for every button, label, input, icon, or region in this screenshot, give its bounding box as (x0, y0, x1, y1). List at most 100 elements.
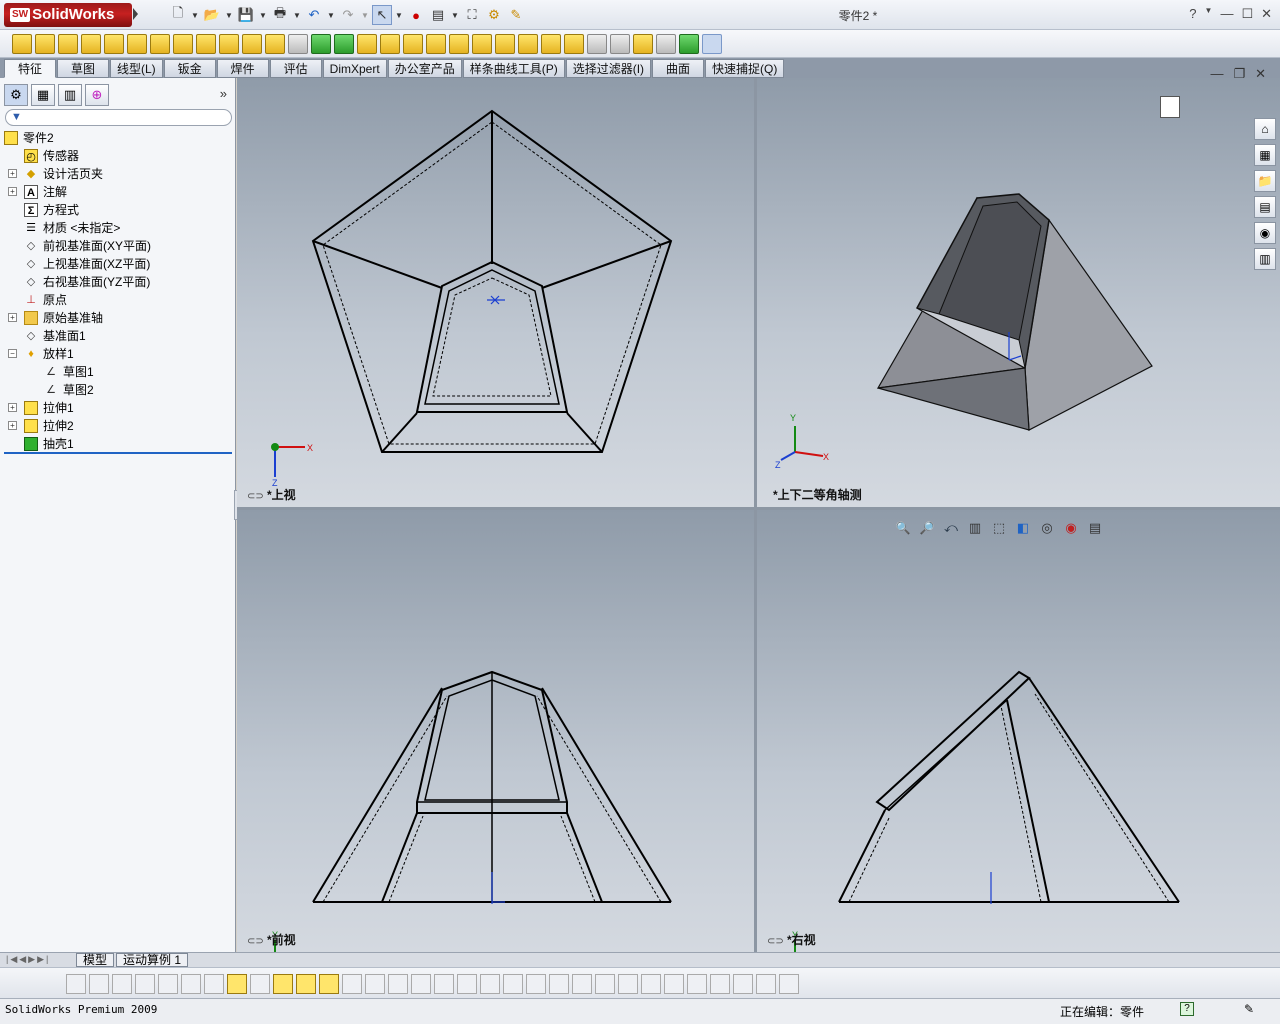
tab-model[interactable]: 模型 (76, 953, 115, 967)
appearances-icon[interactable]: ◉ (1254, 222, 1276, 244)
property-manager-tab-icon[interactable]: ▦ (31, 84, 55, 106)
curves-icon[interactable] (426, 34, 446, 54)
tree-item[interactable]: ∠ 草图1 (0, 363, 234, 381)
swept-cut-icon[interactable] (150, 34, 170, 54)
tab-sheet-metal[interactable]: 钣金 (163, 59, 216, 78)
tab-motion-study[interactable]: 运动算例 1 (116, 953, 189, 967)
revolved-cut-icon[interactable] (127, 34, 147, 54)
tab-sketch[interactable]: 草图 (57, 59, 109, 78)
tree-item[interactable]: ☰ 材质 <未指定> (0, 219, 234, 237)
panel-expand-icon[interactable]: » (220, 86, 227, 101)
spline-icon[interactable] (434, 974, 454, 994)
link-views-icon[interactable]: ⊂⊃ (247, 936, 264, 947)
tab-evaluate[interactable]: 评估 (269, 59, 322, 78)
extruded-boss-icon[interactable] (12, 34, 32, 54)
tab-office-products[interactable]: 办公室产品 (387, 59, 462, 78)
minimize-icon[interactable]: — (1220, 6, 1233, 22)
collapse-icon[interactable]: − (8, 349, 17, 358)
design-library-icon[interactable]: ▦ (1254, 144, 1276, 166)
tree-root-part[interactable]: 零件2 (0, 129, 234, 147)
coincident-icon[interactable] (779, 974, 799, 994)
file-explorer-icon[interactable]: 📁 (1254, 170, 1276, 192)
mirror-icon[interactable] (449, 34, 469, 54)
lofted-cut-icon[interactable] (173, 34, 193, 54)
document-icon[interactable] (1160, 96, 1180, 118)
chamfer-icon[interactable] (219, 34, 239, 54)
tree-item[interactable]: ◴ 传感器 (0, 147, 234, 165)
tab-features[interactable]: 特征 (4, 59, 56, 78)
expand-icon[interactable]: + (8, 169, 17, 178)
vertical-dimension-icon[interactable] (572, 974, 592, 994)
freeform-icon[interactable] (541, 34, 561, 54)
tree-item[interactable]: ⊥ 原点 (0, 291, 234, 309)
tree-item[interactable]: ◇ 右视基准面(YZ平面) (0, 273, 234, 291)
swept-boss-icon[interactable] (58, 34, 78, 54)
tree-item[interactable]: + 拉伸1 (0, 399, 234, 417)
instant3d-icon[interactable] (656, 34, 676, 54)
rectangle-icon[interactable] (365, 974, 385, 994)
tab-weldments[interactable]: 焊件 (216, 59, 269, 78)
tree-item[interactable]: ∠ 草图2 (0, 381, 234, 399)
viewport-top[interactable]: X Z ⊂⊃ *上视 (237, 78, 754, 507)
relations-icon[interactable] (687, 974, 707, 994)
tab-spline-tools[interactable]: 样条曲线工具(P) (462, 59, 565, 78)
status-help-icon[interactable]: ? (1180, 1002, 1194, 1016)
rib-icon[interactable] (242, 34, 262, 54)
centerline-icon[interactable] (480, 974, 500, 994)
tangent-icon[interactable] (756, 974, 776, 994)
horizontal-dimension-icon[interactable] (549, 974, 569, 994)
hole-wizard-icon[interactable] (380, 34, 400, 54)
lofted-boss-icon[interactable] (81, 34, 101, 54)
expand-icon[interactable]: + (8, 403, 17, 412)
sketch-icon[interactable] (227, 974, 247, 994)
combine-icon[interactable] (564, 34, 584, 54)
ordinate-dimension-icon[interactable] (618, 974, 638, 994)
chamfer-dimension-icon[interactable] (641, 974, 661, 994)
reference-geometry-icon[interactable] (403, 34, 423, 54)
deform-icon[interactable] (495, 34, 515, 54)
feature-tree-filter-input[interactable]: ▼ (5, 109, 232, 126)
tab-dimxpert[interactable]: DimXpert (322, 59, 387, 78)
viewport-right[interactable]: 🔍 🔎 ⤺ ▥ ⬚ ◧ ◎ ◉ ▤ Y ⊂⊃ *右视 (757, 510, 1280, 952)
tab-selection-filter[interactable]: 选择过滤器(I) (565, 59, 652, 78)
linear-pattern-icon[interactable] (288, 34, 308, 54)
shell-icon[interactable] (265, 34, 285, 54)
tree-item[interactable]: 抽壳1 (0, 435, 234, 453)
front-view-icon[interactable] (66, 974, 86, 994)
viewport-isometric[interactable]: Y X Z ⌂ ▦ 📁 ▤ ◉ ▥ *上下二等角轴测 (757, 78, 1280, 507)
expand-icon[interactable]: + (8, 313, 17, 322)
help-dropdown-icon[interactable]: ▼ (1205, 6, 1213, 22)
tree-item[interactable]: Σ 方程式 (0, 201, 234, 219)
link-views-icon[interactable]: ⊂⊃ (247, 491, 264, 502)
viewport-front[interactable]: Y X 🔍 ⊂⊃ *前视 (237, 510, 754, 952)
display-relations-icon[interactable] (273, 974, 293, 994)
single-view-icon[interactable] (296, 974, 316, 994)
custom-properties-icon[interactable]: ▥ (1254, 248, 1276, 270)
right-view-icon[interactable] (135, 974, 155, 994)
left-view-icon[interactable] (112, 974, 132, 994)
maximize-icon[interactable]: ☐ (1241, 6, 1253, 22)
link-views-icon[interactable]: ⊂⊃ (767, 936, 784, 947)
delete-body-icon[interactable] (633, 34, 653, 54)
tab-line-type[interactable]: 线型(L) (110, 59, 163, 78)
curves-dropdown-icon[interactable] (679, 34, 699, 54)
perpendicular-icon[interactable] (733, 974, 753, 994)
line-icon[interactable] (342, 974, 362, 994)
revolved-boss-icon[interactable] (35, 34, 55, 54)
help-icon[interactable]: ? (1189, 6, 1196, 22)
baseline-dimension-icon[interactable] (595, 974, 615, 994)
circle-icon[interactable] (388, 974, 408, 994)
draft-icon[interactable] (311, 34, 331, 54)
tree-item[interactable]: + A 注解 (0, 183, 234, 201)
top-view-icon[interactable] (158, 974, 178, 994)
tree-item[interactable]: + 原始基准轴 (0, 309, 234, 327)
move-copy-icon[interactable] (610, 34, 630, 54)
fully-define-icon[interactable] (664, 974, 684, 994)
back-view-icon[interactable] (89, 974, 109, 994)
extruded-cut-icon[interactable] (104, 34, 124, 54)
point-icon[interactable] (457, 974, 477, 994)
trim-icon[interactable] (503, 974, 523, 994)
tree-item[interactable]: − ♦ 放样1 (0, 345, 234, 363)
solidworks-resources-icon[interactable]: ⌂ (1254, 118, 1276, 140)
smart-dimension-icon[interactable] (250, 974, 270, 994)
